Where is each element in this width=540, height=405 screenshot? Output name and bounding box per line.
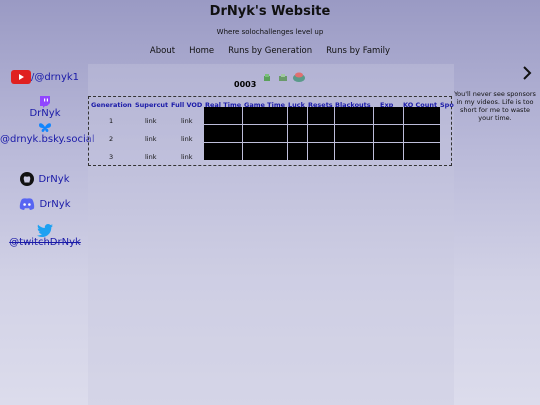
youtube-handle: /@drnyk1 xyxy=(30,72,80,83)
supercut-link[interactable]: link xyxy=(145,135,157,143)
site-title: DrNyk's Website xyxy=(209,4,331,19)
bluesky-butterfly-icon xyxy=(39,123,51,132)
discord-link[interactable]: DrNyk xyxy=(0,198,90,210)
runs-table: Generation Supercut Full VOD Real Time G… xyxy=(88,96,454,166)
github-icon xyxy=(20,172,35,186)
discord-icon xyxy=(20,198,35,210)
full-vod-link[interactable]: link xyxy=(181,117,193,125)
supercut-link[interactable]: link xyxy=(145,153,157,161)
twitter-bird-icon xyxy=(37,224,53,237)
main-nav: About Home Runs by Generation Runs by Fa… xyxy=(0,46,540,56)
col-spo: Spo xyxy=(440,101,454,109)
bluesky-link[interactable]: @drnyk.bsky.social xyxy=(0,122,95,146)
supercut-link[interactable]: link xyxy=(145,117,157,125)
col-generation: Generation xyxy=(91,101,132,109)
col-supercut: Supercut xyxy=(135,101,169,109)
youtube-icon xyxy=(10,70,31,84)
pokemon-sprite-icon xyxy=(279,74,287,81)
col-full-vod: Full VOD xyxy=(171,101,203,109)
main-content: 0003 Generation Supercut Full VOD Real T… xyxy=(88,64,454,405)
twitch-handle: DrNyk xyxy=(29,108,61,119)
nav-runs-by-family[interactable]: Runs by Family xyxy=(326,46,390,56)
twitter-link[interactable]: @twitchDrNyk xyxy=(0,224,90,248)
run-number: 0003 xyxy=(234,80,257,89)
github-handle: DrNyk xyxy=(38,174,70,185)
github-link[interactable]: DrNyk xyxy=(0,172,90,186)
chevron-right-icon[interactable] xyxy=(522,66,532,80)
twitch-link[interactable]: DrNyk xyxy=(0,96,90,119)
site-tagline: Where solochallenges level up xyxy=(216,28,324,36)
cell-generation: 1 xyxy=(109,117,114,125)
nav-runs-by-generation[interactable]: Runs by Generation xyxy=(228,46,312,56)
twitter-handle: @twitchDrNyk xyxy=(9,237,81,248)
pokemon-sprite-icon xyxy=(264,74,270,81)
bluesky-handle: @drnyk.bsky.social xyxy=(0,134,95,145)
nav-home[interactable]: Home xyxy=(189,46,214,56)
full-vod-link[interactable]: link xyxy=(181,135,193,143)
cell-generation: 2 xyxy=(109,135,114,143)
full-vod-link[interactable]: link xyxy=(181,153,193,161)
site-header: DrNyk's Website Where solochallenges lev… xyxy=(0,0,540,62)
youtube-link[interactable]: /@drnyk1 xyxy=(0,70,90,84)
right-panel: You'll never see sponsors in my videos. … xyxy=(454,64,540,405)
sponsor-notice: You'll never see sponsors in my videos. … xyxy=(454,90,536,122)
nav-about[interactable]: About xyxy=(150,46,175,56)
pokemon-sprite-icon xyxy=(293,72,305,82)
discord-handle: DrNyk xyxy=(39,199,71,210)
twitch-icon xyxy=(40,96,50,108)
cell-generation: 3 xyxy=(109,153,114,161)
social-sidebar: /@drnyk1 DrNyk @drnyk.bsky.social DrNyk … xyxy=(0,64,95,405)
